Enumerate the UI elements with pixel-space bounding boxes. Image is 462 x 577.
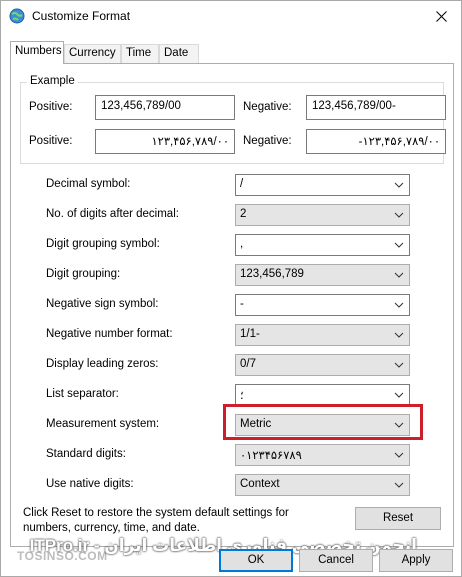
setting-combobox[interactable]: /: [235, 174, 410, 196]
tab-currency[interactable]: Currency: [64, 44, 121, 64]
reset-button[interactable]: Reset: [355, 507, 441, 530]
example-legend: Example: [27, 75, 78, 87]
chevron-down-icon: [394, 242, 404, 248]
setting-label: Negative number format:: [46, 328, 173, 340]
chevron-down-icon: [394, 332, 404, 338]
native-negative-value: -۱۲۳,۴۵۶,۷۸۹/۰۰: [306, 129, 446, 154]
close-icon: [435, 10, 447, 22]
chevron-down-icon: [394, 482, 404, 488]
setting-value: -: [240, 298, 244, 310]
setting-label: Digit grouping:: [46, 268, 121, 280]
setting-label: Decimal symbol:: [46, 178, 131, 190]
setting-value: /: [240, 178, 244, 190]
example-group: Example Positive: 123,456,789/00 Negativ…: [20, 75, 446, 164]
globe-settings-icon: [9, 8, 25, 24]
setting-combobox[interactable]: 2: [235, 204, 410, 226]
native-positive-value: ۱۲۳,۴۵۶,۷۸۹/۰۰: [95, 129, 235, 154]
chevron-down-icon: [394, 272, 404, 278]
setting-combobox[interactable]: Context: [235, 474, 410, 496]
chevron-down-icon: [394, 362, 404, 368]
setting-label: Measurement system:: [46, 418, 160, 430]
measurement-highlight-box: [223, 404, 423, 440]
setting-value: ,: [240, 238, 244, 250]
setting-value: 2: [240, 208, 247, 220]
window-title: Customize Format: [32, 9, 131, 23]
setting-label: List separator:: [46, 388, 119, 400]
setting-combobox[interactable]: -: [235, 294, 410, 316]
reset-note: Click Reset to restore the system defaul…: [23, 507, 289, 534]
setting-combobox[interactable]: ۰۱۲۳۴۵۶۷۸۹: [235, 444, 410, 466]
close-button[interactable]: [421, 1, 461, 31]
numbers-tab-panel: Example Positive: 123,456,789/00 Negativ…: [10, 63, 454, 547]
example-positive-label: Positive:: [29, 101, 73, 113]
chevron-down-icon: [394, 182, 404, 188]
setting-value: 123,456,789: [240, 268, 304, 280]
setting-combobox[interactable]: 1/1-: [235, 324, 410, 346]
setting-value: 0/7: [240, 358, 256, 370]
example-negative-value: 123,456,789/00-: [306, 95, 446, 120]
setting-label: Display leading zeros:: [46, 358, 159, 370]
example-negative-label: Negative:: [243, 101, 292, 113]
setting-value: ۰۱۲۳۴۵۶۷۸۹: [240, 450, 302, 462]
tab-date[interactable]: Date: [159, 44, 199, 64]
setting-combobox[interactable]: 0/7: [235, 354, 410, 376]
setting-label: No. of digits after decimal:: [46, 208, 179, 220]
setting-label: Use native digits:: [46, 478, 134, 490]
setting-value: Context: [240, 478, 280, 490]
setting-value: ؛: [240, 390, 244, 402]
chevron-down-icon: [394, 212, 404, 218]
tab-time[interactable]: Time: [121, 44, 159, 64]
customize-format-dialog: Customize Format Numbers Currency Time D…: [0, 0, 462, 577]
native-negative-label: Negative:: [243, 135, 292, 147]
setting-combobox[interactable]: 123,456,789: [235, 264, 410, 286]
native-positive-label: Positive:: [29, 135, 73, 147]
chevron-down-icon: [394, 392, 404, 398]
setting-combobox[interactable]: ,: [235, 234, 410, 256]
cancel-button[interactable]: Cancel: [299, 549, 373, 572]
ok-button[interactable]: OK: [219, 549, 293, 572]
setting-label: Negative sign symbol:: [46, 298, 159, 310]
title-bar: Customize Format: [1, 1, 461, 33]
chevron-down-icon: [394, 452, 404, 458]
setting-combobox[interactable]: ؛: [235, 384, 410, 406]
setting-value: 1/1-: [240, 328, 260, 340]
example-positive-value: 123,456,789/00: [95, 95, 235, 120]
tab-numbers[interactable]: Numbers: [10, 41, 64, 64]
setting-label: Digit grouping symbol:: [46, 238, 160, 250]
chevron-down-icon: [394, 302, 404, 308]
setting-label: Standard digits:: [46, 448, 126, 460]
apply-button[interactable]: Apply: [379, 549, 453, 572]
